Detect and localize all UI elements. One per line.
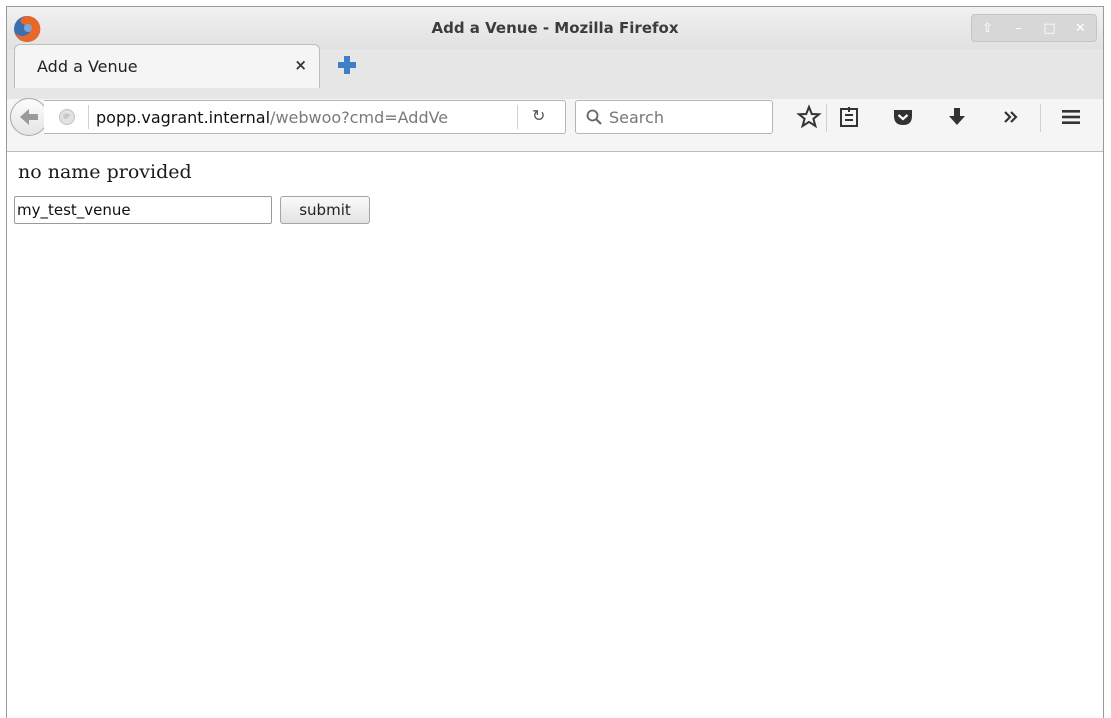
back-arrow-icon bbox=[20, 109, 38, 125]
url-text[interactable]: popp.vagrant.internal/webwoo?cmd=AddVe bbox=[96, 108, 516, 127]
submit-button[interactable]: submit bbox=[280, 196, 370, 224]
toolbar-divider-2 bbox=[1040, 104, 1041, 132]
page-content bbox=[7, 152, 1103, 718]
toolbar-divider bbox=[826, 104, 827, 132]
search-placeholder: Search bbox=[609, 108, 664, 127]
url-host: popp.vagrant.internal bbox=[96, 108, 271, 127]
downloads-icon[interactable] bbox=[944, 104, 970, 130]
url-path: /webwoo?cmd=AddVe bbox=[270, 108, 449, 127]
title-bar: Add a Venue - Mozilla Firefox ⇧ – □ ✕ bbox=[7, 7, 1103, 49]
tab-close-icon[interactable]: × bbox=[294, 56, 307, 74]
venue-name-input[interactable] bbox=[14, 196, 272, 224]
search-icon bbox=[586, 109, 602, 125]
window-maximize-icon[interactable]: □ bbox=[1038, 21, 1062, 36]
back-button[interactable] bbox=[10, 98, 48, 136]
hamburger-menu-icon[interactable] bbox=[1058, 104, 1084, 130]
search-bar[interactable] bbox=[575, 100, 773, 134]
tab-label: Add a Venue bbox=[37, 57, 138, 76]
bookmark-star-icon[interactable] bbox=[796, 104, 822, 130]
window-close-icon[interactable]: ✕ bbox=[1069, 21, 1093, 36]
window-minimize-icon[interactable]: – bbox=[1007, 21, 1031, 36]
window-title: Add a Venue - Mozilla Firefox bbox=[431, 19, 679, 37]
overflow-chevron-icon[interactable] bbox=[998, 104, 1024, 130]
window-controls: ⇧ – □ ✕ bbox=[971, 14, 1097, 42]
url-divider-2 bbox=[517, 105, 518, 129]
globe-icon bbox=[59, 109, 75, 125]
tab-add-a-venue[interactable]: Add a Venue × bbox=[14, 44, 320, 88]
window-up-icon[interactable]: ⇧ bbox=[976, 21, 1000, 36]
bookmarks-menu-icon[interactable] bbox=[836, 104, 862, 130]
url-divider bbox=[88, 105, 89, 129]
pocket-icon[interactable] bbox=[890, 104, 916, 130]
new-tab-icon[interactable] bbox=[334, 52, 360, 78]
reload-icon[interactable]: ↻ bbox=[532, 106, 545, 125]
status-message: no name provided bbox=[18, 161, 192, 183]
